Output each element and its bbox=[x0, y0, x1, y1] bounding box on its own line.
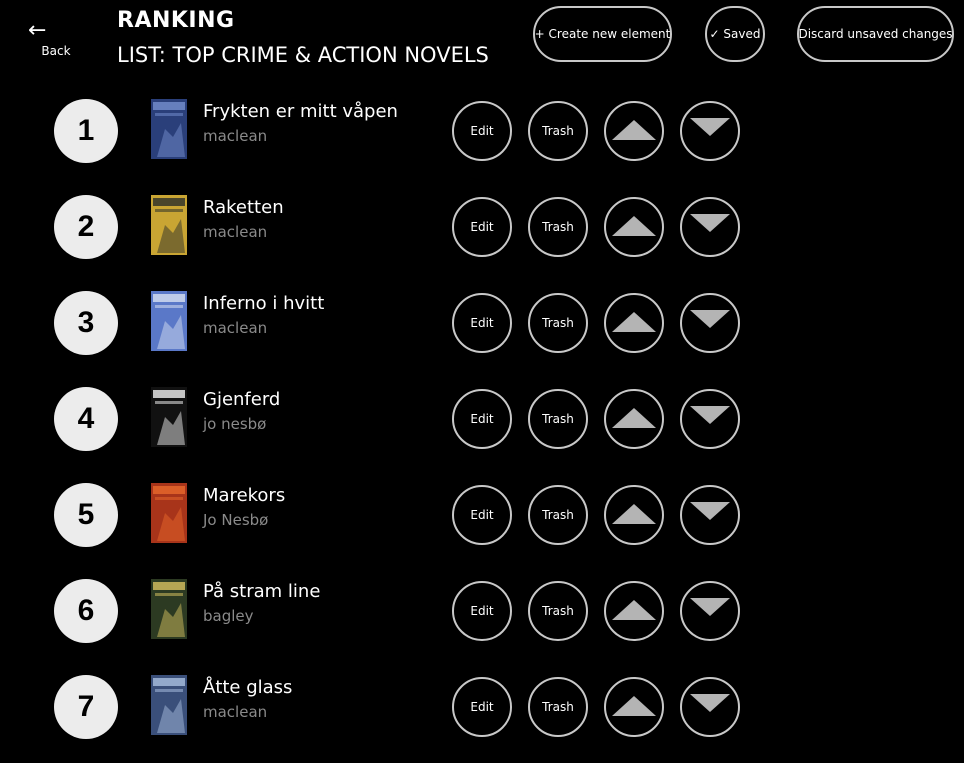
move-down-button[interactable] bbox=[680, 389, 740, 449]
list-item: 3 Inferno i hvitt maclean Edit Trash bbox=[0, 291, 964, 355]
book-title: Inferno i hvitt bbox=[203, 293, 325, 314]
book-author: bagley bbox=[203, 607, 254, 625]
triangle-up-icon bbox=[612, 312, 656, 332]
list-item: 4 Gjenferd jo nesbø Edit Trash bbox=[0, 387, 964, 451]
book-title: Raketten bbox=[203, 197, 284, 218]
book-author: Jo Nesbø bbox=[203, 511, 269, 529]
move-up-button[interactable] bbox=[604, 389, 664, 449]
book-author: maclean bbox=[203, 127, 268, 145]
book-cover-image bbox=[151, 291, 187, 351]
back-button[interactable]: ← Back bbox=[28, 18, 84, 59]
move-down-button[interactable] bbox=[680, 485, 740, 545]
move-up-button[interactable] bbox=[604, 581, 664, 641]
move-down-button[interactable] bbox=[680, 581, 740, 641]
edit-button[interactable]: Edit bbox=[452, 677, 512, 737]
book-author: maclean bbox=[203, 223, 268, 241]
move-down-button[interactable] bbox=[680, 293, 740, 353]
triangle-down-icon bbox=[690, 214, 730, 232]
edit-button[interactable]: Edit bbox=[452, 101, 512, 161]
book-cover-image bbox=[151, 99, 187, 159]
page-title: RANKING bbox=[117, 8, 235, 33]
trash-button[interactable]: Trash bbox=[528, 485, 588, 545]
triangle-down-icon bbox=[690, 118, 730, 136]
move-up-button[interactable] bbox=[604, 101, 664, 161]
trash-button[interactable]: Trash bbox=[528, 677, 588, 737]
book-cover-image bbox=[151, 579, 187, 639]
trash-button[interactable]: Trash bbox=[528, 197, 588, 257]
rank-badge: 7 bbox=[54, 675, 118, 739]
book-cover-image bbox=[151, 675, 187, 735]
list-item: 2 Raketten maclean Edit Trash bbox=[0, 195, 964, 259]
book-cover-image bbox=[151, 195, 187, 255]
trash-button[interactable]: Trash bbox=[528, 581, 588, 641]
triangle-down-icon bbox=[690, 310, 730, 328]
book-title: Gjenferd bbox=[203, 389, 281, 410]
rank-badge: 6 bbox=[54, 579, 118, 643]
edit-button[interactable]: Edit bbox=[452, 485, 512, 545]
create-new-element-button[interactable]: + Create new element bbox=[533, 6, 672, 62]
back-arrow-icon: ← bbox=[28, 18, 47, 43]
triangle-up-icon bbox=[612, 120, 656, 140]
list-item: 7 Åtte glass maclean Edit Trash bbox=[0, 675, 964, 739]
book-title: Åtte glass bbox=[203, 677, 293, 698]
triangle-up-icon bbox=[612, 696, 656, 716]
trash-button[interactable]: Trash bbox=[528, 101, 588, 161]
triangle-down-icon bbox=[690, 502, 730, 520]
edit-button[interactable]: Edit bbox=[452, 581, 512, 641]
move-down-button[interactable] bbox=[680, 677, 740, 737]
move-up-button[interactable] bbox=[604, 197, 664, 257]
book-cover-image bbox=[151, 483, 187, 543]
saved-button[interactable]: ✓ Saved bbox=[705, 6, 765, 62]
rank-badge: 2 bbox=[54, 195, 118, 259]
trash-button[interactable]: Trash bbox=[528, 389, 588, 449]
rank-badge: 1 bbox=[54, 99, 118, 163]
move-up-button[interactable] bbox=[604, 677, 664, 737]
triangle-down-icon bbox=[690, 694, 730, 712]
back-label: Back bbox=[41, 44, 71, 58]
book-title: På stram line bbox=[203, 581, 321, 602]
ranking-page: ← Back RANKING LIST: TOP CRIME & ACTION … bbox=[0, 0, 964, 763]
list-item: 5 Marekors Jo Nesbø Edit Trash bbox=[0, 483, 964, 547]
edit-button[interactable]: Edit bbox=[452, 197, 512, 257]
list-item: 1 Frykten er mitt våpen maclean Edit Tra… bbox=[0, 99, 964, 163]
move-down-button[interactable] bbox=[680, 101, 740, 161]
rank-badge: 4 bbox=[54, 387, 118, 451]
discard-changes-button[interactable]: Discard unsaved changes bbox=[797, 6, 954, 62]
rank-badge: 5 bbox=[54, 483, 118, 547]
edit-button[interactable]: Edit bbox=[452, 293, 512, 353]
move-up-button[interactable] bbox=[604, 293, 664, 353]
trash-button[interactable]: Trash bbox=[528, 293, 588, 353]
book-author: jo nesbø bbox=[203, 415, 267, 433]
triangle-down-icon bbox=[690, 598, 730, 616]
list-item: 6 På stram line bagley Edit Trash bbox=[0, 579, 964, 643]
triangle-up-icon bbox=[612, 600, 656, 620]
triangle-up-icon bbox=[612, 408, 656, 428]
triangle-down-icon bbox=[690, 406, 730, 424]
triangle-up-icon bbox=[612, 216, 656, 236]
rank-badge: 3 bbox=[54, 291, 118, 355]
book-title: Frykten er mitt våpen bbox=[203, 101, 398, 122]
book-author: maclean bbox=[203, 703, 268, 721]
move-up-button[interactable] bbox=[604, 485, 664, 545]
book-author: maclean bbox=[203, 319, 268, 337]
triangle-up-icon bbox=[612, 504, 656, 524]
book-cover-image bbox=[151, 387, 187, 447]
book-title: Marekors bbox=[203, 485, 286, 506]
move-down-button[interactable] bbox=[680, 197, 740, 257]
list-subtitle: LIST: TOP CRIME & ACTION NOVELS bbox=[117, 43, 489, 67]
edit-button[interactable]: Edit bbox=[452, 389, 512, 449]
